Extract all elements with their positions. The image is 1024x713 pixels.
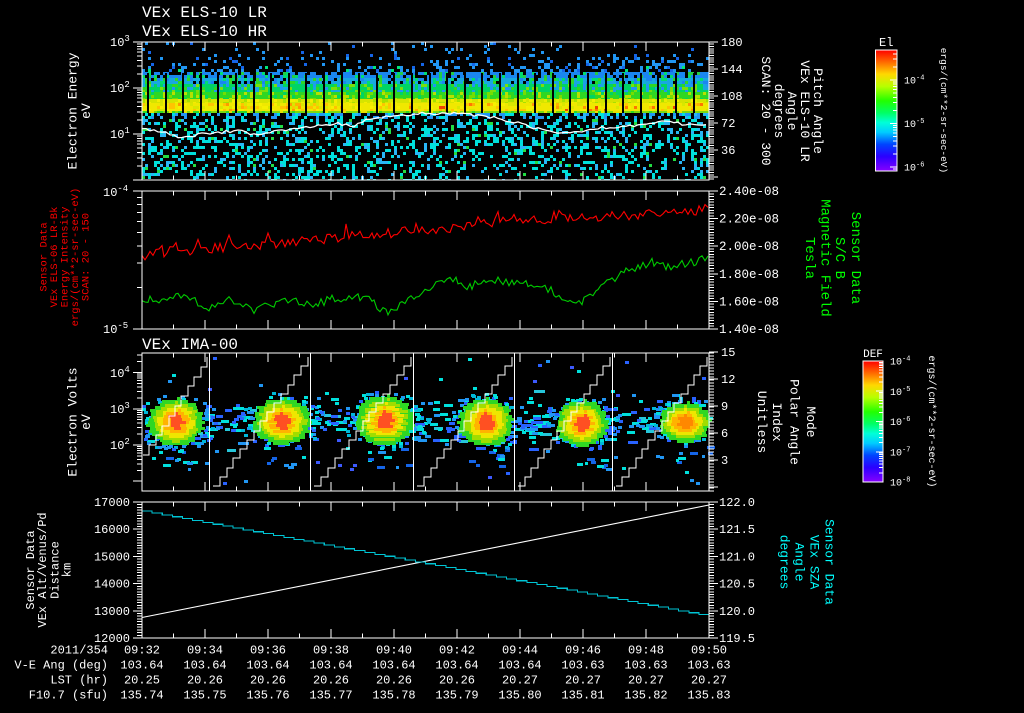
svg-text:09:40: 09:40 [376, 644, 412, 658]
svg-text:135.74: 135.74 [120, 689, 163, 703]
svg-text:09:50: 09:50 [691, 644, 727, 658]
svg-text:LST (hr): LST (hr) [50, 674, 108, 688]
svg-text:135.77: 135.77 [309, 689, 352, 703]
svg-text:Tesla: Tesla [801, 237, 817, 279]
svg-text:135.75: 135.75 [183, 689, 226, 703]
svg-text:9: 9 [721, 400, 728, 414]
svg-text:1.40e-08: 1.40e-08 [719, 323, 779, 337]
svg-text:6: 6 [721, 427, 728, 441]
svg-text:103.64: 103.64 [183, 659, 226, 673]
svg-text:09:42: 09:42 [439, 644, 475, 658]
svg-text:09:32: 09:32 [124, 644, 160, 658]
svg-text:Sensor Data: Sensor Data [847, 212, 863, 304]
svg-text:V-E Ang (deg): V-E Ang (deg) [14, 659, 108, 673]
svg-text:135.80: 135.80 [498, 689, 541, 703]
svg-text:09:34: 09:34 [187, 644, 223, 658]
svg-text:09:44: 09:44 [502, 644, 538, 658]
svg-text:ergs/(cm**2-sr-sec-eV): ergs/(cm**2-sr-sec-eV) [925, 355, 937, 487]
svg-text:Magnetic Field: Magnetic Field [817, 199, 833, 317]
svg-text:12: 12 [721, 373, 735, 387]
svg-text:Unitless: Unitless [754, 391, 769, 453]
svg-text:103.64: 103.64 [372, 659, 415, 673]
svg-text:72: 72 [721, 117, 735, 131]
svg-text:1.60e-08: 1.60e-08 [719, 295, 779, 309]
svg-text:09:48: 09:48 [628, 644, 664, 658]
svg-text:20.27: 20.27 [502, 674, 538, 688]
svg-text:103.63: 103.63 [561, 659, 604, 673]
svg-text:20.26: 20.26 [439, 674, 475, 688]
svg-text:17000: 17000 [94, 496, 130, 510]
svg-text:2.00e-08: 2.00e-08 [719, 240, 779, 254]
svg-text:36: 36 [721, 144, 735, 158]
svg-text:1.80e-08: 1.80e-08 [719, 268, 779, 282]
svg-text:Index: Index [769, 402, 784, 441]
svg-text:Polar Angle: Polar Angle [787, 379, 802, 465]
svg-text:20.26: 20.26 [250, 674, 286, 688]
svg-text:VEx IMA-00: VEx IMA-00 [142, 336, 238, 354]
svg-text:144: 144 [721, 63, 743, 77]
svg-text:20.26: 20.26 [187, 674, 223, 688]
svg-text:135.79: 135.79 [435, 689, 478, 703]
svg-text:103.64: 103.64 [246, 659, 289, 673]
svg-text:2.40e-08: 2.40e-08 [719, 185, 779, 199]
svg-text:103.63: 103.63 [624, 659, 667, 673]
svg-text:103.64: 103.64 [435, 659, 478, 673]
svg-text:20.26: 20.26 [313, 674, 349, 688]
svg-text:14000: 14000 [94, 578, 130, 592]
svg-text:121.5: 121.5 [719, 523, 755, 537]
svg-text:El: El [879, 36, 893, 50]
svg-text:2011/354: 2011/354 [50, 644, 108, 658]
svg-text:SCAN: 20 - 300: SCAN: 20 - 300 [758, 56, 773, 165]
svg-text:121.0: 121.0 [719, 550, 755, 564]
svg-text:VEx ELS-10 HR: VEx ELS-10 HR [142, 23, 267, 41]
svg-text:135.81: 135.81 [561, 689, 604, 703]
svg-text:103.64: 103.64 [309, 659, 352, 673]
svg-text:SCAN: 20 - 150: SCAN: 20 - 150 [81, 213, 93, 301]
svg-text:Angle: Angle [792, 542, 807, 581]
svg-text:VEx SZA: VEx SZA [807, 535, 822, 590]
svg-text:20.25: 20.25 [124, 674, 160, 688]
svg-text:122.0: 122.0 [719, 496, 755, 510]
svg-text:20.27: 20.27 [691, 674, 727, 688]
svg-text:135.82: 135.82 [624, 689, 667, 703]
svg-text:20.27: 20.27 [628, 674, 664, 688]
svg-text:15000: 15000 [94, 550, 130, 564]
svg-text:20.27: 20.27 [565, 674, 601, 688]
svg-text:F10.7 (sfu): F10.7 (sfu) [29, 689, 108, 703]
svg-text:16000: 16000 [94, 523, 130, 537]
svg-text:103.63: 103.63 [687, 659, 730, 673]
svg-text:120.5: 120.5 [719, 578, 755, 592]
svg-text:eV: eV [79, 414, 94, 430]
svg-text:2.20e-08: 2.20e-08 [719, 213, 779, 227]
svg-text:degrees: degrees [777, 535, 792, 590]
svg-text:135.83: 135.83 [687, 689, 730, 703]
svg-text:108: 108 [721, 90, 743, 104]
svg-text:DEF: DEF [863, 349, 883, 361]
svg-text:180: 180 [721, 36, 743, 50]
svg-text:20.26: 20.26 [376, 674, 412, 688]
svg-text:3: 3 [721, 454, 728, 468]
svg-text:Mode: Mode [803, 406, 818, 437]
svg-text:Sensor Data: Sensor Data [822, 519, 837, 605]
svg-text:135.78: 135.78 [372, 689, 415, 703]
svg-text:13000: 13000 [94, 605, 130, 619]
svg-text:135.76: 135.76 [246, 689, 289, 703]
svg-text:09:46: 09:46 [565, 644, 601, 658]
svg-text:103.64: 103.64 [498, 659, 541, 673]
svg-text:15: 15 [721, 346, 735, 360]
svg-text:09:38: 09:38 [313, 644, 349, 658]
svg-text:09:36: 09:36 [250, 644, 286, 658]
svg-text:103.64: 103.64 [120, 659, 163, 673]
svg-text:eV: eV [79, 103, 94, 119]
svg-text:VEx ELS-10 LR: VEx ELS-10 LR [142, 4, 267, 22]
svg-text:ergs/(cm**2-sr-sec-eV): ergs/(cm**2-sr-sec-eV) [938, 48, 949, 173]
svg-text:km: km [61, 563, 75, 577]
svg-text:120.0: 120.0 [719, 605, 755, 619]
